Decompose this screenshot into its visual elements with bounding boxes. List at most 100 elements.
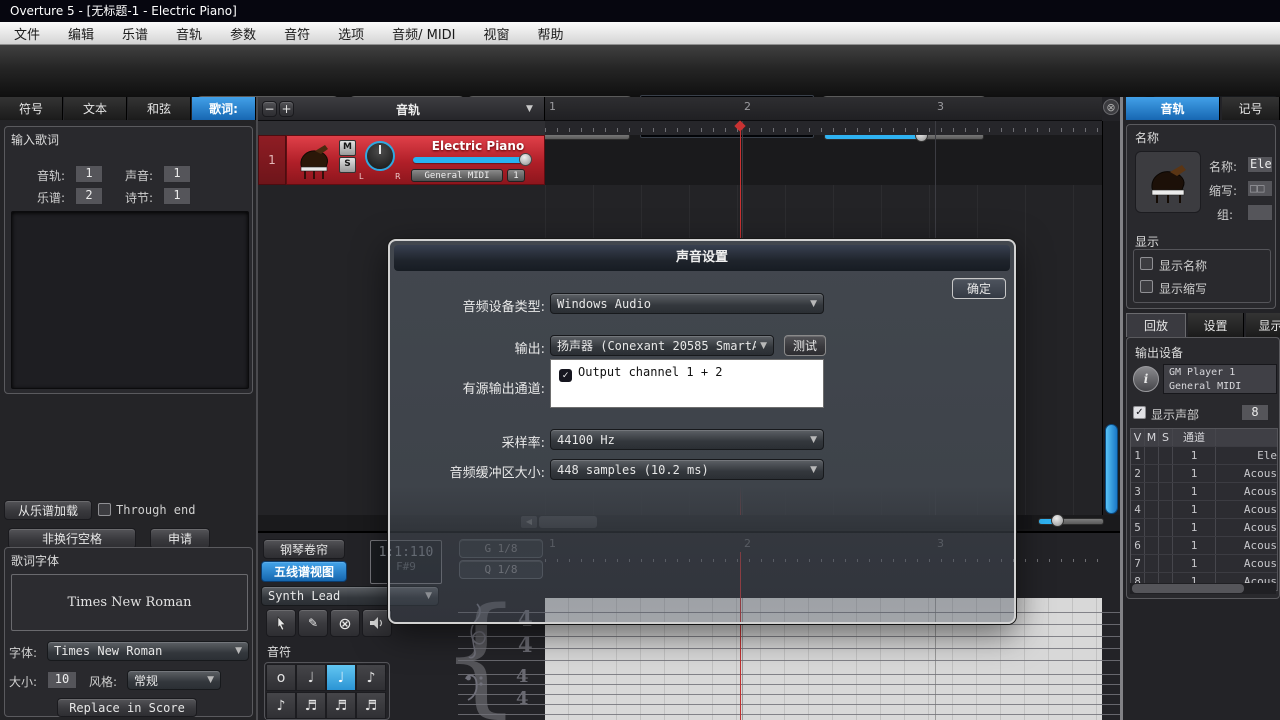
device-type-dropdown[interactable]: Windows Audio ▼	[550, 293, 824, 314]
device-type: General MIDI	[1169, 380, 1271, 394]
tab-inspector-track[interactable]: 音轨	[1126, 97, 1220, 120]
staff-pencil-tool[interactable]: ✎	[298, 609, 328, 637]
table-row[interactable]: 51Acous	[1131, 518, 1277, 536]
style-dropdown[interactable]: 常规 ▼	[127, 670, 221, 690]
chevron-down-icon: ▼	[207, 675, 214, 685]
show-abbr-checkbox[interactable]	[1140, 280, 1153, 293]
solo-button[interactable]: S	[339, 157, 356, 173]
tab-playback[interactable]: 回放	[1126, 313, 1186, 337]
track-list-title: 音轨	[358, 101, 458, 118]
pan-knob[interactable]	[365, 141, 395, 171]
collapse-tracks-button[interactable]: −	[262, 101, 277, 117]
tab-inspector-markers[interactable]: 记号	[1222, 97, 1280, 120]
table-row[interactable]: 41Acous	[1131, 500, 1277, 518]
note-thirtysecond-button[interactable]: ♬	[326, 692, 356, 719]
piano-roll-tab[interactable]: 钢琴卷帘	[263, 539, 345, 559]
tab-text[interactable]: 文本	[64, 97, 127, 120]
track-strip[interactable]: M S L R Electric Piano General MIDI 1	[286, 135, 545, 185]
chevron-down-icon: ▼	[810, 465, 817, 475]
group-field[interactable]	[1247, 204, 1273, 221]
replace-in-score-button[interactable]: Replace in Score	[57, 698, 197, 717]
font-dropdown[interactable]: Times New Roman ▼	[47, 641, 249, 661]
menu-options[interactable]: 选项	[324, 22, 378, 44]
sample-rate-dropdown[interactable]: 44100 Hz ▼	[550, 429, 824, 450]
inspector-hscrollbar[interactable]	[1130, 583, 1276, 594]
staff-erase-tool[interactable]: ⊗	[330, 609, 360, 637]
menu-edit[interactable]: 编辑	[54, 22, 108, 44]
tab-display[interactable]: 显示	[1246, 313, 1280, 337]
apply-button[interactable]: 申请	[150, 528, 210, 549]
track-zoom-slider[interactable]	[1038, 518, 1104, 525]
voices-table: V M S 通道 11Ele 21Acous 31Acous 41Acous 5…	[1130, 428, 1278, 591]
track-field-label: 音轨:	[37, 167, 65, 184]
channels-listbox[interactable]: ✓Output channel 1 + 2	[550, 359, 824, 408]
note-sixteenth-button[interactable]: ♬	[296, 692, 326, 719]
note-whole-button[interactable]: o	[266, 664, 296, 691]
channel-checkbox[interactable]: ✓	[559, 369, 572, 382]
menu-notes[interactable]: 音符	[270, 22, 324, 44]
abbr-field[interactable]: □□	[1247, 180, 1273, 197]
menu-help[interactable]: 帮助	[524, 22, 578, 44]
table-row[interactable]: 21Acous	[1131, 464, 1277, 482]
test-button[interactable]: 测试	[784, 335, 826, 356]
table-row[interactable]: 61Acous	[1131, 536, 1277, 554]
output-dropdown[interactable]: 扬声器 (Conexant 20585 SmartAudio HD) ▼	[550, 335, 774, 356]
track-vscrollbar[interactable]	[1102, 121, 1120, 515]
table-row[interactable]: 71Acous	[1131, 554, 1277, 572]
menu-file[interactable]: 文件	[0, 22, 54, 44]
menu-window[interactable]: 视窗	[470, 22, 524, 44]
inspector-hscroll-thumb[interactable]	[1132, 584, 1244, 593]
table-row[interactable]: 31Acous	[1131, 482, 1277, 500]
channel-item[interactable]: ✓Output channel 1 + 2	[551, 360, 823, 387]
name-field[interactable]: Ele	[1247, 156, 1273, 173]
voice-field[interactable]: 1	[163, 165, 191, 183]
tab-settings[interactable]: 设置	[1188, 313, 1244, 337]
menu-audio-midi[interactable]: 音频/ MIDI	[378, 22, 469, 44]
note-sixtyfourth-button[interactable]: ♬	[356, 692, 386, 719]
voice-count-button[interactable]: 1	[507, 169, 525, 182]
track-field[interactable]: 1	[75, 165, 103, 183]
volume-slider-thumb[interactable]	[519, 153, 532, 166]
tab-symbols[interactable]: 符号	[0, 97, 63, 120]
expand-tracks-button[interactable]: +	[279, 101, 294, 117]
note-quarter-button[interactable]: ♩	[326, 664, 356, 691]
output-device-box[interactable]: GM Player 1 General MIDI	[1163, 364, 1277, 394]
verse-field[interactable]: 1	[163, 187, 191, 205]
table-row[interactable]: 11Ele	[1131, 446, 1277, 464]
note-eighth2-button[interactable]: ♪	[266, 692, 296, 719]
chevron-down-icon[interactable]: ▼	[526, 104, 533, 114]
staff-view-tab[interactable]: 五线谱视图	[261, 561, 347, 582]
through-end-checkbox[interactable]	[98, 503, 111, 516]
tab-lyrics[interactable]: 歌词:	[192, 97, 256, 120]
menu-params[interactable]: 参数	[216, 22, 270, 44]
font-section-title: 歌词字体	[11, 552, 59, 569]
ok-button[interactable]: 确定	[952, 278, 1006, 299]
note-eighth-button[interactable]: ♪	[356, 664, 386, 691]
lyrics-textarea[interactable]	[11, 211, 249, 389]
volume-slider[interactable]	[413, 157, 525, 163]
close-pane-button[interactable]: ⊗	[1103, 99, 1119, 115]
buffer-size-dropdown[interactable]: 448 samples (10.2 ms) ▼	[550, 459, 824, 480]
timeline-ruler[interactable]: 1 2 3	[545, 97, 1102, 121]
staff-select-tool[interactable]	[266, 609, 296, 637]
device-info-button[interactable]: i	[1133, 366, 1159, 392]
lyrics-section-title: 输入歌词	[11, 131, 59, 148]
score-field-label: 乐谱:	[37, 189, 65, 206]
vscroll-thumb[interactable]	[1105, 424, 1118, 514]
show-voices-checkbox[interactable]: ✓	[1133, 406, 1146, 419]
note-half-button[interactable]: ♩	[296, 664, 326, 691]
tab-chords[interactable]: 和弦	[128, 97, 191, 120]
dialog-title-bar[interactable]: 声音设置	[394, 245, 1010, 271]
mute-button[interactable]: M	[339, 140, 356, 156]
voices-count-field[interactable]: 8	[1241, 404, 1269, 421]
menu-track[interactable]: 音轨	[162, 22, 216, 44]
load-from-score-button[interactable]: 从乐谱加载	[4, 500, 92, 520]
track-header-spacer	[258, 121, 545, 135]
verse-field-label: 诗节:	[125, 189, 153, 206]
nbsp-button[interactable]: 非换行空格	[8, 528, 136, 549]
menu-score[interactable]: 乐谱	[108, 22, 162, 44]
device-button[interactable]: General MIDI	[411, 169, 503, 182]
size-field[interactable]: 10	[47, 671, 77, 689]
show-name-checkbox[interactable]	[1140, 257, 1153, 270]
score-field[interactable]: 2	[75, 187, 103, 205]
